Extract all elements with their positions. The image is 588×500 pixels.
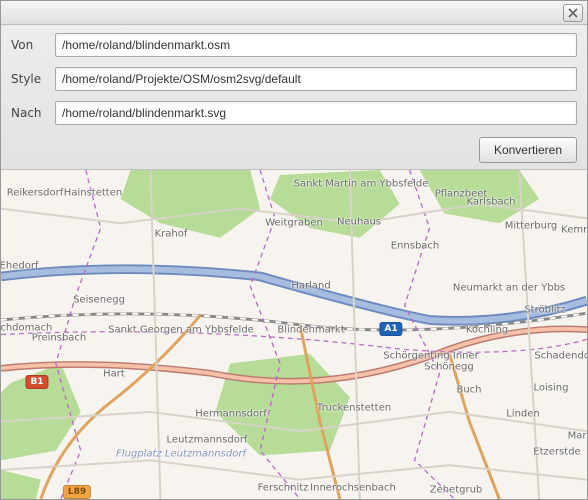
convert-button[interactable]: Konvertieren — [479, 137, 577, 163]
place-label: Harland — [291, 281, 330, 292]
place-label: Zehetgrub — [430, 485, 483, 496]
place-label: Hainstetten — [64, 188, 122, 199]
label-nach: Nach — [11, 106, 49, 120]
place-label: Innerochsenbach — [310, 483, 396, 494]
form-panel: Von Style Nach Konvertieren — [1, 25, 587, 170]
place-label: Krahof — [155, 229, 188, 240]
place-label: Neuhaus — [337, 217, 381, 228]
place-label: Seisenegg — [73, 295, 125, 306]
label-von: Von — [11, 38, 49, 52]
place-label: Sankt Martin am Ybbsfelde — [294, 179, 429, 190]
route-shield-primary: B1 — [25, 375, 48, 389]
place-label: Neumarkt an der Ybbs — [453, 283, 565, 294]
place-label: Schadendorf — [534, 351, 587, 362]
row-style: Style — [11, 67, 577, 91]
close-button[interactable] — [563, 4, 583, 22]
route-shield-motorway: A1 — [379, 322, 402, 336]
place-label: Reikersdorf — [7, 188, 63, 199]
airfield-label: Flugplatz Leutzmannsdorf — [116, 449, 246, 460]
label-style: Style — [11, 72, 49, 86]
titlebar — [1, 1, 587, 25]
place-label: Ströblitz — [524, 305, 565, 316]
place-label: Schönegg — [424, 362, 474, 373]
place-label: Ehedorf — [1, 261, 38, 272]
map-view[interactable]: ReikersdorfHainstetten Krahof Sankt Martin… — [1, 170, 587, 499]
place-label: Köchling — [466, 325, 508, 336]
place-label: Ferschnitz — [258, 483, 309, 494]
close-icon — [568, 8, 578, 18]
row-von: Von — [11, 33, 577, 57]
input-nach[interactable] — [55, 101, 577, 125]
place-label: Mitterburg — [505, 221, 557, 232]
route-shield-secondary: L89 — [63, 485, 91, 499]
place-label: Kemm — [561, 225, 587, 236]
place-label: Hermannsdorf — [195, 409, 266, 420]
place-label: Truckenstetten — [317, 403, 391, 414]
row-nach: Nach — [11, 101, 577, 125]
place-label: Hart — [103, 369, 125, 380]
button-row: Konvertieren — [11, 135, 577, 163]
dialog-window: Von Style Nach Konvertieren — [0, 0, 588, 500]
input-style[interactable] — [55, 67, 577, 91]
place-label: Karlsbach — [467, 197, 516, 208]
place-label: Ennsbach — [391, 241, 440, 252]
input-von[interactable] — [55, 33, 577, 57]
place-label: Buch — [456, 385, 481, 396]
place-label: Schörgenting Inner — [383, 351, 479, 362]
place-label: Preinsbach — [32, 333, 87, 344]
place-label: Weitgraben — [265, 218, 323, 229]
place-label: Sankt Georgen am Ybbsfelde — [108, 325, 254, 336]
place-label: Leutzmannsdorf — [167, 435, 248, 446]
place-label: Blindenmarkt — [277, 325, 344, 336]
place-label: Linden — [506, 409, 540, 420]
place-label: Mar — [568, 431, 587, 442]
place-label: Loising — [534, 383, 569, 394]
place-label: Etzerstde — [533, 447, 580, 458]
